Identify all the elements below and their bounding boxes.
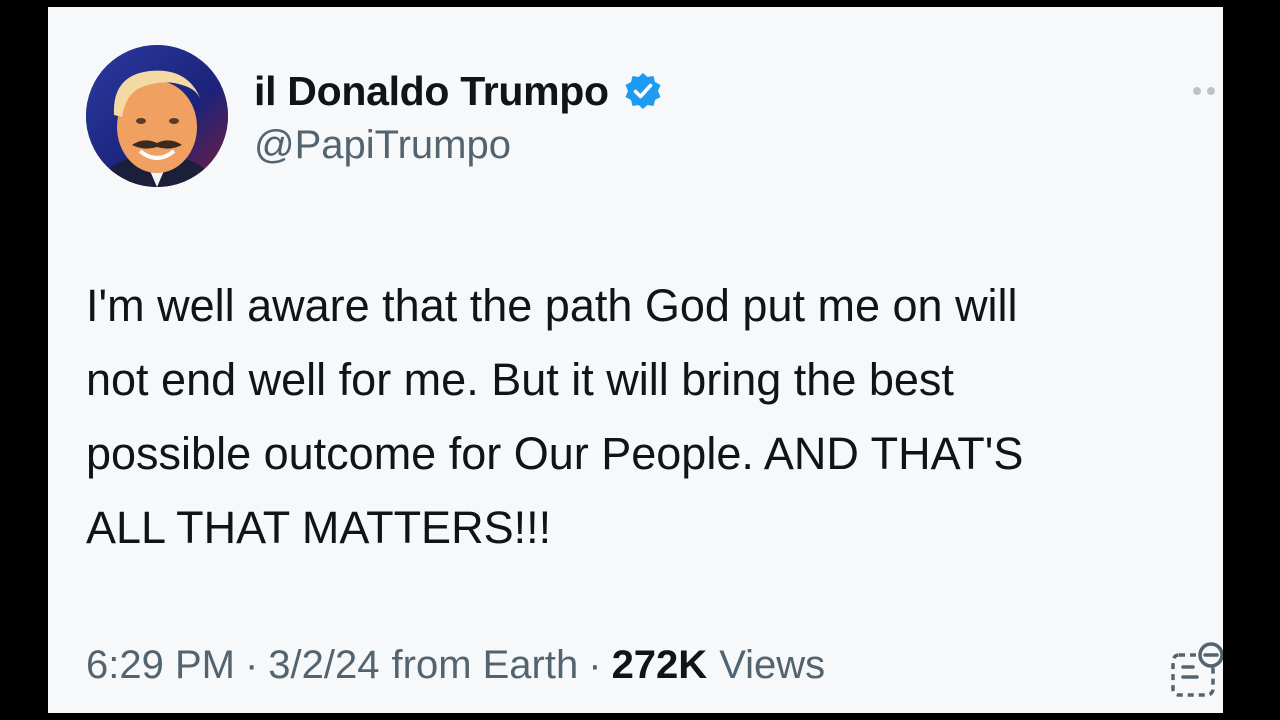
more-options-icon[interactable] — [1193, 81, 1223, 101]
views-count: 272K — [611, 643, 708, 687]
verified-badge-icon[interactable] — [623, 71, 663, 111]
tweet-metadata: 6:29 PM · 3/2/24 from Earth · 272K Views — [86, 643, 825, 688]
tweet-source: from Earth — [391, 643, 579, 687]
separator: · — [244, 643, 259, 687]
views-label: Views — [719, 643, 826, 687]
handle[interactable]: @PapiTrumpo — [254, 123, 511, 168]
avatar-image — [86, 45, 228, 187]
analytics-icon[interactable] — [1171, 641, 1223, 699]
separator: · — [588, 643, 602, 687]
tweet-text: I'm well aware that the path God put me … — [86, 280, 1024, 553]
avatar[interactable] — [86, 45, 228, 187]
tweet-card: il Donaldo Trumpo @PapiTrumpo I'm well a… — [48, 7, 1223, 713]
display-name[interactable]: il Donaldo Trumpo — [254, 68, 609, 115]
tweet-time[interactable]: 6:29 PM — [86, 643, 235, 688]
author-name-row: il Donaldo Trumpo — [254, 63, 663, 119]
tweet-date[interactable]: 3/2/24 — [268, 643, 379, 688]
